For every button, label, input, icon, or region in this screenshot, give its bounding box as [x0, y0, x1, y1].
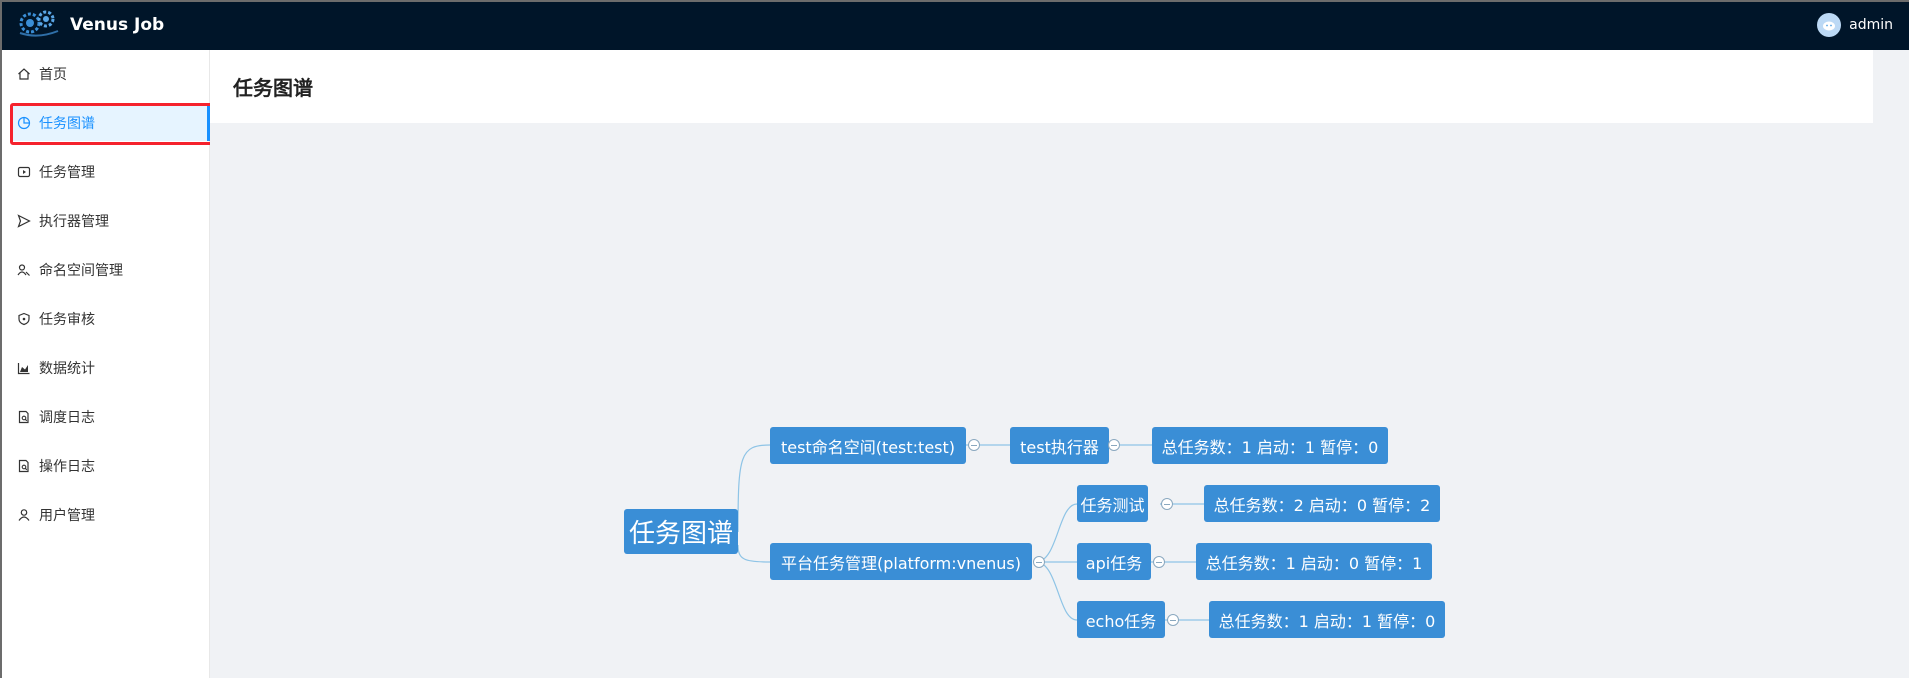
sidebar-item-label: 用户管理 [39, 508, 95, 524]
area-chart-icon [17, 363, 30, 375]
graph-node-task-test-stats[interactable]: 总任务数：2 启动：0 暂停：2 [1204, 485, 1440, 522]
sidebar-item-label: 任务审核 [39, 312, 95, 328]
graph-node-root[interactable]: 任务图谱 [624, 509, 738, 554]
file-search-icon [18, 410, 29, 424]
graph-node-executor-test-stats[interactable]: 总任务数：1 启动：1 暂停：0 [1152, 427, 1388, 464]
collapse-toggle[interactable] [968, 439, 980, 451]
file-search-icon [18, 459, 29, 473]
sidebar-item-task-management[interactable]: 任务管理 [11, 154, 210, 190]
page-title: 任务图谱 [233, 76, 313, 100]
sidebar-item-schedule-log[interactable]: 调度日志 [11, 399, 210, 435]
user-icon [18, 509, 30, 521]
sidebar-item-namespace-management[interactable]: 命名空间管理 [11, 252, 210, 288]
avatar [1817, 13, 1842, 37]
graph-node-task-test[interactable]: 任务测试 [1077, 485, 1148, 522]
collapse-toggle[interactable] [1167, 614, 1179, 626]
user-name: admin [1849, 17, 1893, 33]
sidebar-item-label: 命名空间管理 [39, 263, 123, 279]
sidebar-item-executor-management[interactable]: 执行器管理 [11, 203, 210, 239]
collapse-toggle[interactable] [1108, 439, 1120, 451]
collapse-toggle[interactable] [1153, 556, 1165, 568]
pie-chart-icon [17, 116, 31, 130]
sidebar-item-label: 任务图谱 [39, 116, 95, 132]
home-icon [18, 68, 30, 80]
sidebar-item-operation-log[interactable]: 操作日志 [11, 448, 210, 484]
collapse-toggle[interactable] [1161, 498, 1173, 510]
graph-node-task-api[interactable]: api任务 [1077, 543, 1151, 580]
sidebar-item-label: 数据统计 [39, 361, 95, 377]
sidebar-item-user-management[interactable]: 用户管理 [11, 497, 210, 533]
graph-node-namespace-test[interactable]: test命名空间(test:test) [770, 427, 966, 464]
shield-icon [18, 312, 30, 326]
send-icon [17, 214, 31, 228]
graph-canvas[interactable] [210, 123, 1909, 678]
graph-node-task-api-stats[interactable]: 总任务数：1 启动：0 暂停：1 [1196, 543, 1432, 580]
top-header: Venus Job admin [0, 0, 1909, 50]
sidebar-item-label: 任务管理 [39, 165, 95, 181]
sidebar-item-label: 执行器管理 [39, 214, 109, 230]
users-icon [17, 264, 30, 276]
sidebar-item-task-graph[interactable]: 任务图谱 [11, 105, 210, 141]
sidebar-item-label: 调度日志 [39, 410, 95, 426]
graph-node-namespace-platform[interactable]: 平台任务管理(platform:vnenus) [770, 543, 1032, 580]
logo-icon [18, 9, 60, 41]
graph-node-executor-test[interactable]: test执行器 [1010, 427, 1109, 464]
brand[interactable]: Venus Job [18, 9, 164, 41]
play-square-icon [17, 166, 31, 178]
app-title: Venus Job [70, 15, 165, 35]
graph-node-task-echo-stats[interactable]: 总任务数：1 启动：1 暂停：0 [1209, 601, 1445, 638]
page-header: 任务图谱 [210, 50, 1873, 123]
graph-node-task-echo[interactable]: echo任务 [1077, 601, 1165, 638]
sidebar-item-label: 操作日志 [39, 459, 95, 475]
sidebar-item-label: 首页 [39, 67, 67, 83]
user-menu[interactable]: admin [1817, 13, 1893, 37]
sidebar-item-task-review[interactable]: 任务审核 [11, 301, 210, 337]
collapse-toggle[interactable] [1033, 556, 1045, 568]
sidebar-item-statistics[interactable]: 数据统计 [11, 350, 210, 386]
sidebar: 首页 任务图谱 任务管理 执行器管理 命名空间管理 任务审核 数据统计 调度日志… [0, 50, 210, 678]
sidebar-item-home[interactable]: 首页 [11, 56, 210, 92]
